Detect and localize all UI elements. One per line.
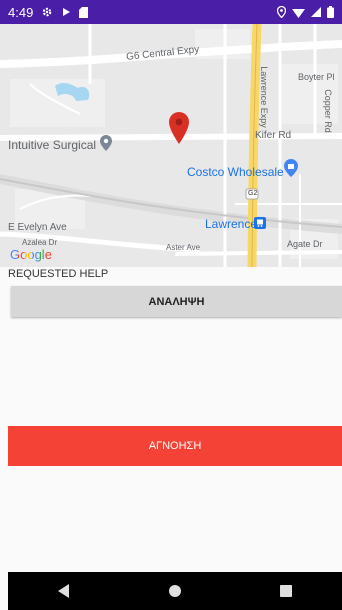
requested-help-label: REQUESTED HELP [8,268,109,280]
map-label-intuitive: Intuitive Surgical [8,138,97,152]
status-bar: 4:49 [0,0,342,24]
intuitive-pin-icon [99,134,113,152]
map-label-costco: Costco Wholesale [187,165,284,179]
recents-icon[interactable] [266,576,306,606]
map-view[interactable]: G6 Central Expy Lawrence Expy Boyter Pl … [0,24,342,267]
wifi-icon [292,7,305,18]
map-label-kifer: Kifer Rd [255,130,292,141]
back-icon[interactable] [44,576,84,606]
map-label-azalea: Azalea Dr [22,238,58,247]
sd-card-icon [79,6,89,18]
status-bar-left: 4:49 [8,4,89,20]
location-icon [277,6,286,18]
shopping-bag-icon [283,158,299,178]
accept-request-button[interactable]: ΑΝΑΛΗΨΗ [11,286,342,317]
status-bar-right [277,6,334,18]
google-logo: Google [10,247,52,262]
map-label-e-evelyn: E Evelyn Ave [8,222,67,233]
map-label-copper: Copper Rd [322,89,333,133]
map-label-aster: Aster Ave [166,243,201,252]
navigation-bar [8,572,342,610]
signal-icon [311,7,321,17]
map-label-lawrence-station: Lawrence [205,217,258,231]
play-icon [61,7,71,17]
battery-icon [327,6,334,18]
train-station-icon [254,217,266,229]
ignore-request-button[interactable]: ΑΓΝΟΗΣΗ [8,426,342,466]
map-label-lawrence-expy: Lawrence Expy [258,66,269,128]
home-icon[interactable] [155,576,195,606]
map-label-boyter: Boyter Pl [298,72,335,82]
gear-icon [41,6,53,18]
google-logo-text: Google [10,247,52,262]
map-label-agate: Agate Dr [287,239,323,249]
status-time: 4:49 [8,4,34,20]
map-label-g2: G2 [248,190,258,197]
location-marker-icon[interactable] [168,111,190,145]
